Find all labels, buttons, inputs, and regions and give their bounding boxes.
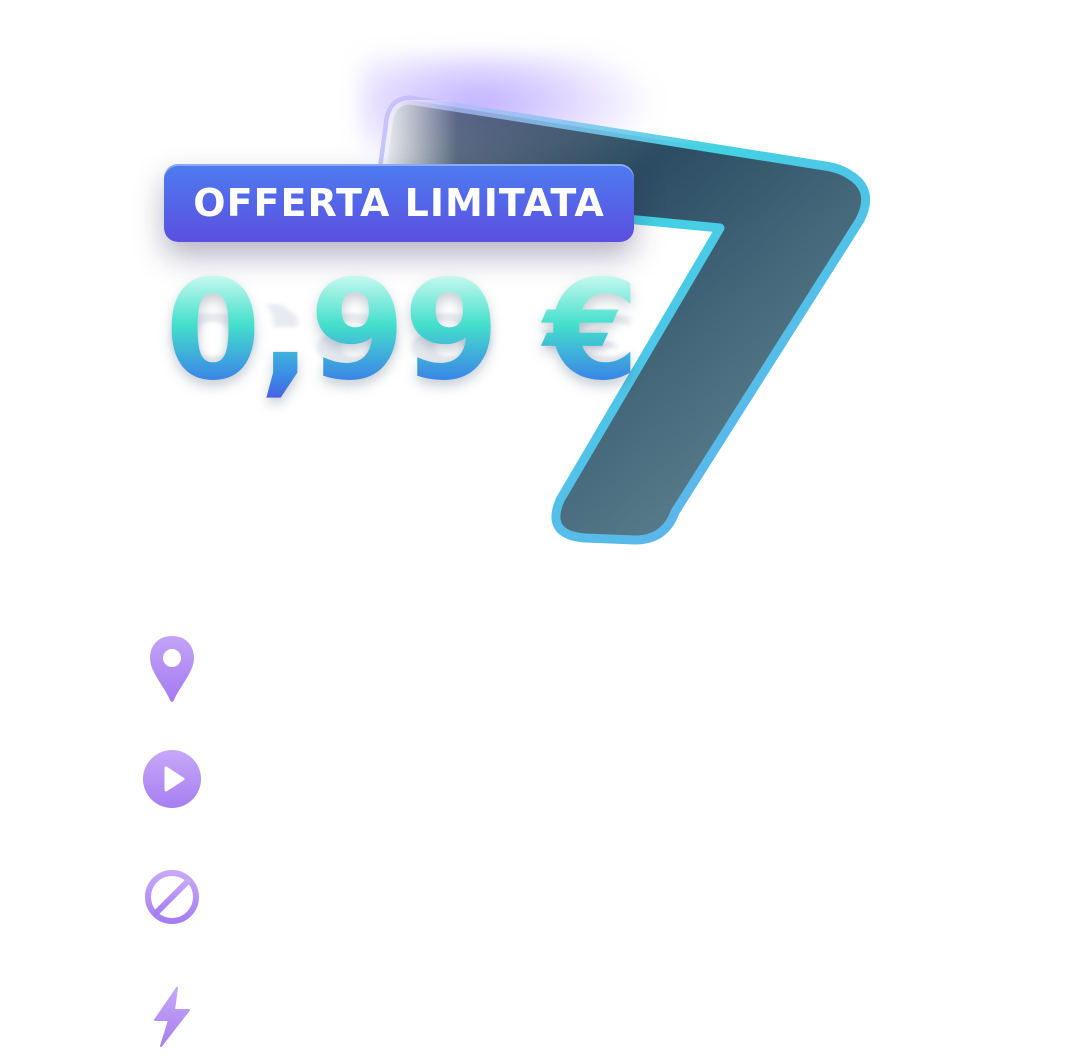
badge-label: OFFERTA LIMITATA xyxy=(193,181,605,225)
offer-banner: OFFERTA LIMITATA 0,99 € 0,99 € xyxy=(0,0,1080,1056)
lightning-icon xyxy=(140,984,204,1056)
block-icon xyxy=(140,866,204,946)
feature-item xyxy=(140,866,940,984)
price: 0,99 € xyxy=(165,250,640,411)
feature-list xyxy=(140,630,940,1056)
feature-item xyxy=(140,748,940,866)
location-pin-icon xyxy=(140,630,204,710)
feature-item xyxy=(140,984,940,1056)
feature-item xyxy=(140,630,940,748)
limited-offer-badge: OFFERTA LIMITATA xyxy=(164,164,634,242)
play-icon xyxy=(140,748,204,828)
